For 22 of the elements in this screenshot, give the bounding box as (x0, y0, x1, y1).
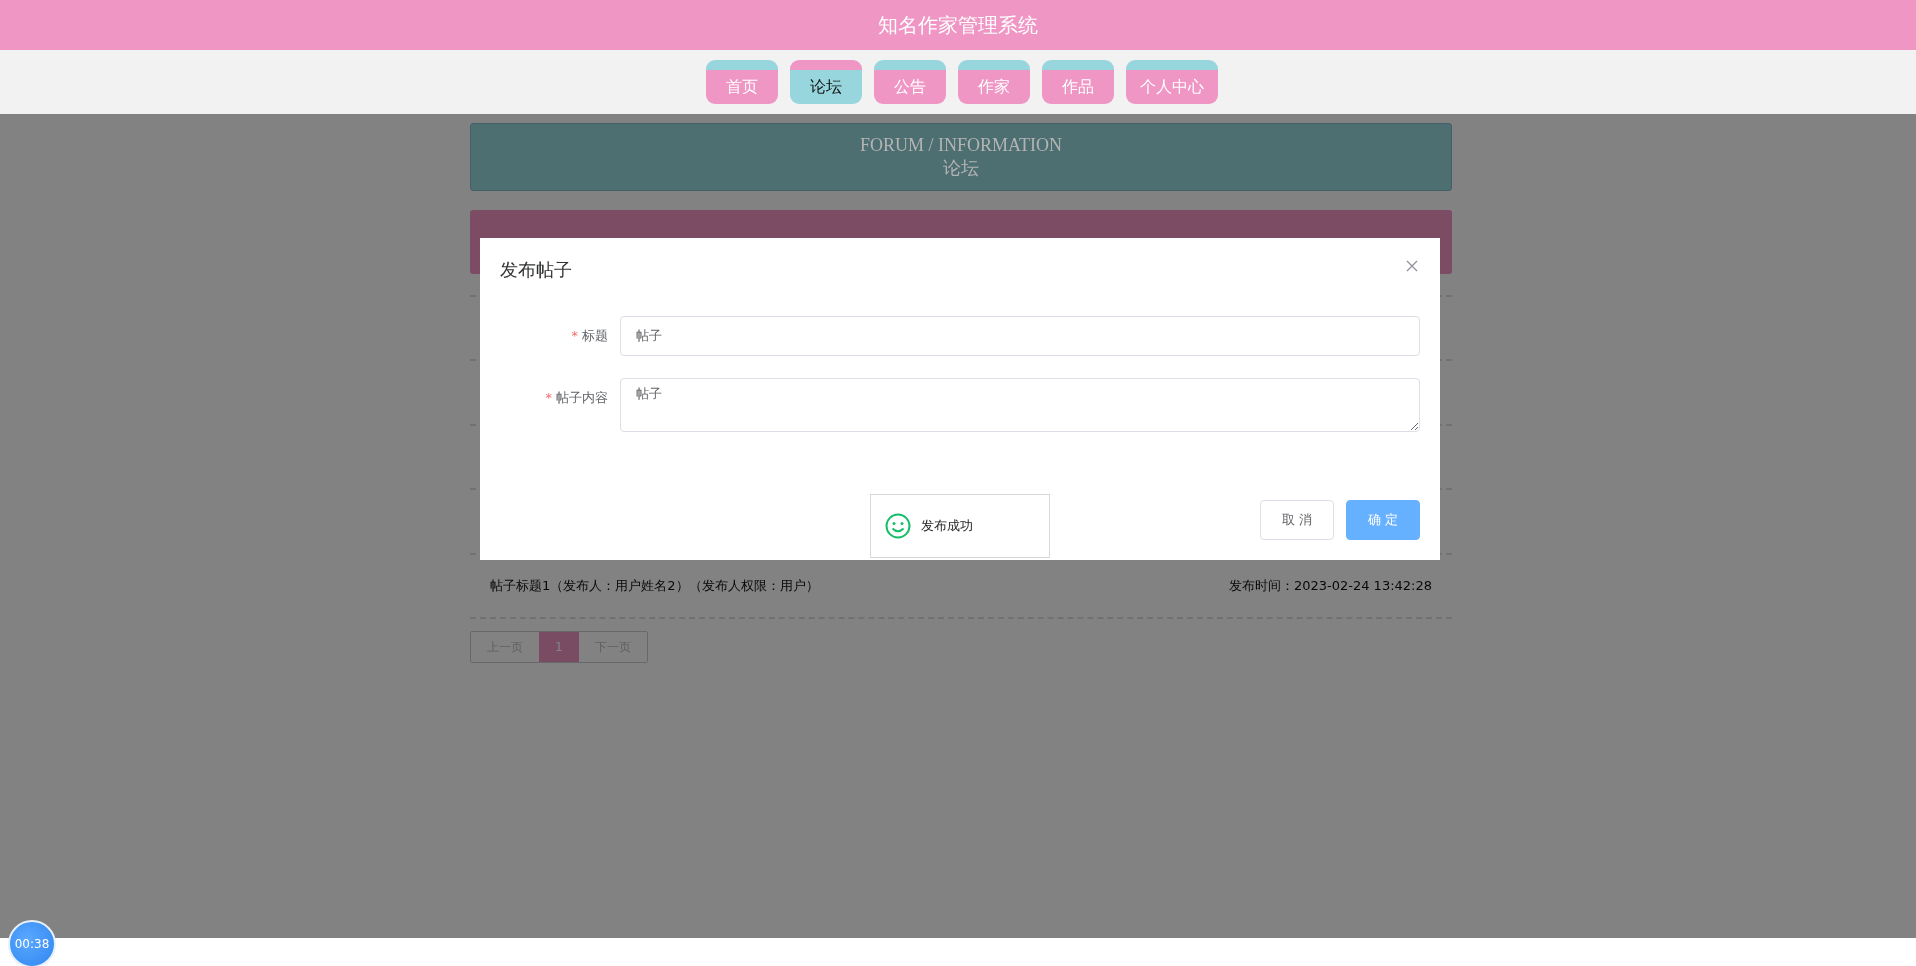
banner-title: FORUM / INFORMATION (860, 134, 1062, 156)
content-field[interactable]: 帖子 (620, 378, 1420, 432)
smiley-icon (885, 513, 911, 539)
nav-tab[interactable]: 作家 (958, 60, 1030, 104)
confirm-button[interactable]: 确 定 (1346, 500, 1420, 540)
site-title: 知名作家管理系统 (878, 11, 1038, 39)
banner-subtitle: 论坛 (943, 155, 979, 180)
field-label: * 标题 (570, 327, 609, 345)
field-label: * 帖子内容 (544, 389, 609, 407)
post-title[interactable]: 帖子标题1（发布人：用户姓名2）（发布人权限：用户） (490, 577, 819, 595)
title-field[interactable]: 帖子 (620, 316, 1420, 356)
nav-tab[interactable]: 首页 (706, 60, 778, 104)
cancel-button[interactable]: 取 消 (1260, 500, 1334, 540)
post-time: 发布时间：2023-02-24 13:42:28 (1228, 577, 1432, 595)
dialog-title: 发布帖子 (500, 258, 572, 282)
nav-tab[interactable]: 个人中心 (1126, 60, 1218, 104)
toast-message: 发布成功 (921, 517, 973, 535)
nav-tab[interactable]: 公告 (874, 60, 946, 104)
nav-tab[interactable]: 论坛 (790, 60, 862, 104)
nav-tab[interactable]: 作品 (1042, 60, 1114, 104)
close-icon[interactable] (1406, 260, 1418, 272)
timer-badge[interactable]: 00:38 (8, 920, 56, 966)
